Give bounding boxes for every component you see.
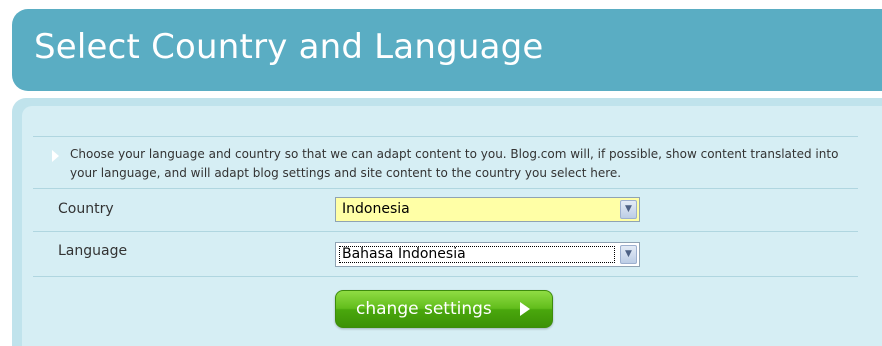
change-settings-button[interactable]: change settings [335,290,553,328]
change-settings-label: change settings [356,299,492,319]
country-select-value: Indonesia [342,201,410,217]
chevron-down-icon[interactable]: ▼ [620,200,637,219]
language-label: Language [58,243,128,259]
intro-text: Choose your language and country so that… [70,147,839,180]
bullet-arrow-icon [52,150,59,162]
divider [33,276,858,277]
divider [33,136,858,137]
page-title: Select Country and Language [34,27,544,67]
divider [33,188,858,189]
language-select[interactable]: Bahasa Indonesia ▼ [335,242,640,267]
chevron-down-icon[interactable]: ▼ [620,245,637,264]
play-arrow-icon [520,302,530,316]
divider [33,231,858,232]
language-select-value: Bahasa Indonesia [342,246,466,262]
country-select[interactable]: Indonesia ▼ [335,197,640,222]
country-label: Country [58,201,114,217]
page-header: Select Country and Language [12,9,882,91]
